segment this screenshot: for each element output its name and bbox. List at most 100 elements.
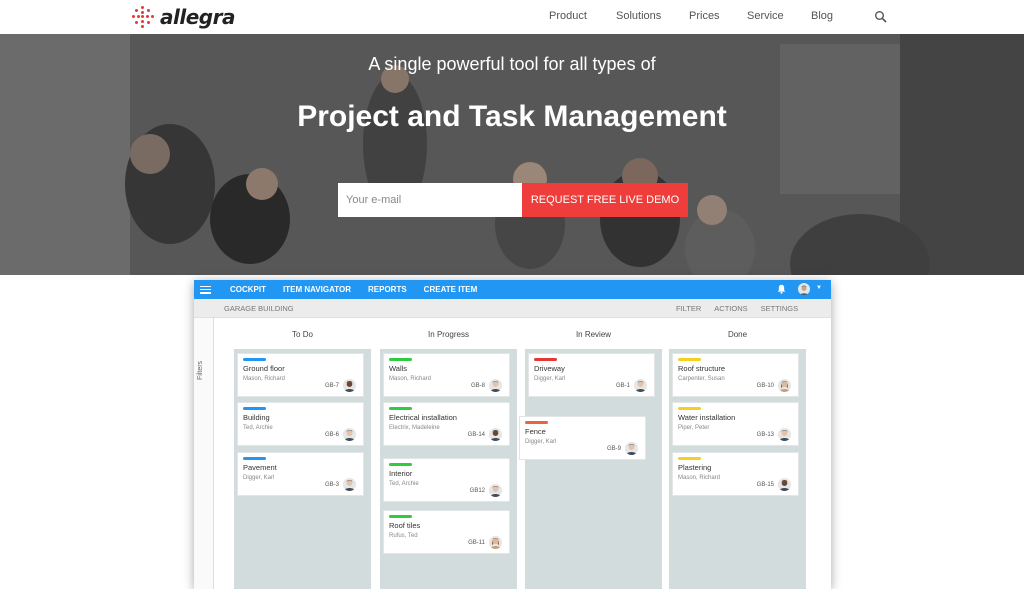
board-actions: FILTER ACTIONS SETTINGS [676, 304, 811, 313]
card-title: Electrical installation [389, 413, 457, 422]
assignee-avatar [489, 379, 502, 392]
task-card[interactable]: Pavement Digger, Karl GB-3 [237, 452, 364, 496]
card-id: GB-1 [615, 383, 630, 389]
card-id: GB-13 [756, 432, 774, 438]
email-input[interactable] [338, 183, 522, 217]
menu-item-navigator[interactable]: ITEM NAVIGATOR [283, 285, 351, 294]
task-card[interactable]: Electrical installation Electrix, Madelei… [383, 402, 510, 446]
status-tag [243, 407, 266, 410]
brand-logo[interactable]: allegra [132, 5, 235, 29]
filter-button[interactable]: FILTER [676, 304, 701, 313]
board-column: Walls Mason, Richard GB-8 Electrical instal… [380, 349, 517, 589]
filters-panel-toggle[interactable]: Filters [194, 318, 214, 589]
project-breadcrumb[interactable]: GARAGE BUILDING [224, 304, 294, 313]
card-assignees: Ted, Archie [243, 425, 273, 431]
board-column: Ground floor Mason, Richard GB-7 Building Te… [234, 349, 371, 589]
menu-create-item[interactable]: CREATE ITEM [424, 285, 478, 294]
task-card[interactable]: Building Ted, Archie GB-6 [237, 402, 364, 446]
card-title: Roof tiles [389, 521, 421, 530]
task-card[interactable]: Driveway Digger, Karl GB-1 [528, 353, 655, 397]
task-card[interactable]: Walls Mason, Richard GB-8 [383, 353, 510, 397]
card-title: Driveway [534, 364, 565, 373]
board-column: Driveway Digger, Karl GB-1 Fence Digger, Kar… [519, 349, 662, 589]
main-menu: Product Solutions Prices Service Blog [549, 10, 833, 22]
card-assignees: Mason, Richard [678, 475, 721, 481]
project-bar: GARAGE BUILDING FILTER ACTIONS SETTINGS [194, 299, 831, 318]
card-assignees: Digger, Karl [243, 475, 275, 481]
hero-subtitle: A single powerful tool for all types of [368, 54, 656, 74]
status-tag [243, 457, 266, 460]
card-assignees: Digger, Karl [534, 376, 566, 382]
status-tag [389, 463, 412, 466]
card-id: GB-11 [468, 540, 485, 546]
filters-label: Filters [197, 360, 204, 380]
brand-name: allegra [160, 5, 235, 29]
card-assignees: Ted, Archie [389, 481, 419, 487]
card-title: Fence [525, 427, 546, 436]
task-card[interactable]: Ground floor Mason, Richard GB-7 [237, 353, 364, 397]
assignee-avatar [343, 379, 356, 392]
request-demo-button[interactable]: REQUEST FREE LIVE DEMO [522, 183, 688, 217]
card-title: Pavement [243, 463, 277, 472]
status-tag [389, 358, 412, 361]
column-header: Done [727, 330, 748, 339]
logo-dots-icon [132, 6, 154, 28]
search-icon[interactable] [874, 10, 888, 24]
nav-link-prices[interactable]: Prices [689, 10, 747, 22]
status-tag [389, 407, 412, 410]
actions-button[interactable]: ACTIONS [714, 304, 747, 313]
card-title: Roof structure [678, 364, 726, 373]
task-card[interactable]: Interior Ted, Archie GB12 [383, 458, 510, 502]
status-tag [534, 358, 557, 361]
app-preview: COCKPIT ITEM NAVIGATOR REPORTS CREATE IT… [194, 280, 831, 589]
card-id: GB-7 [324, 383, 339, 389]
card-assignees: Piper, Peter [678, 425, 710, 431]
settings-button[interactable]: SETTINGS [761, 304, 799, 313]
assignee-avatar [489, 536, 502, 549]
column-header: In Review [575, 330, 612, 339]
status-tag [525, 421, 548, 424]
caret-down-icon[interactable]: ▼ [816, 285, 822, 291]
status-tag [678, 407, 701, 410]
assignee-avatar [343, 478, 356, 491]
card-id: GB-6 [324, 432, 339, 438]
card-assignees: Carpenter, Susan [678, 376, 725, 382]
bell-icon[interactable] [777, 284, 786, 294]
card-id: GB12 [469, 488, 485, 494]
card-title: Ground floor [243, 364, 285, 373]
card-title: Water installation [678, 413, 736, 422]
assignee-avatar [343, 428, 356, 441]
assignee-avatar [489, 484, 502, 497]
menu-reports[interactable]: REPORTS [368, 285, 407, 294]
menu-cockpit[interactable]: COCKPIT [230, 285, 266, 294]
task-card[interactable]: Water installation Piper, Peter GB-13 [672, 402, 799, 446]
task-card[interactable]: Roof structure Carpenter, Susan GB-10 [672, 353, 799, 397]
hero-title: Project and Task Management [297, 100, 727, 133]
card-id: GB-8 [470, 383, 485, 389]
task-card[interactable]: Fence Digger, Karl GB-9 [519, 416, 646, 460]
status-tag [389, 515, 412, 518]
hero-banner: A single powerful tool for all types of … [0, 34, 1024, 275]
top-navigation: allegra Product Solutions Prices Service… [0, 0, 1024, 34]
nav-link-product[interactable]: Product [549, 10, 616, 22]
card-assignees: Digger, Karl [525, 439, 557, 445]
nav-link-blog[interactable]: Blog [811, 10, 833, 22]
demo-request-form: REQUEST FREE LIVE DEMO [338, 183, 688, 217]
nav-link-service[interactable]: Service [747, 10, 811, 22]
app-menu: COCKPIT ITEM NAVIGATOR REPORTS CREATE IT… [230, 285, 494, 294]
task-card[interactable]: Roof tiles Rufus, Ted GB-11 [383, 510, 510, 554]
card-id: GB-9 [606, 446, 621, 452]
card-assignees: Electrix, Madeleine [389, 425, 440, 431]
column-header: In Progress [428, 330, 469, 339]
assignee-avatar [778, 478, 791, 491]
assignee-avatar [625, 442, 638, 455]
user-avatar[interactable] [798, 283, 810, 295]
hamburger-menu-icon[interactable] [200, 285, 211, 294]
board-column: Roof structure Carpenter, Susan GB-10 Water… [669, 349, 806, 589]
assignee-avatar [778, 379, 791, 392]
card-title: Plastering [678, 463, 712, 472]
assignee-avatar [489, 428, 502, 441]
card-title: Walls [389, 364, 408, 373]
nav-link-solutions[interactable]: Solutions [616, 10, 689, 22]
task-card[interactable]: Plastering Mason, Richard GB-15 [672, 452, 799, 496]
